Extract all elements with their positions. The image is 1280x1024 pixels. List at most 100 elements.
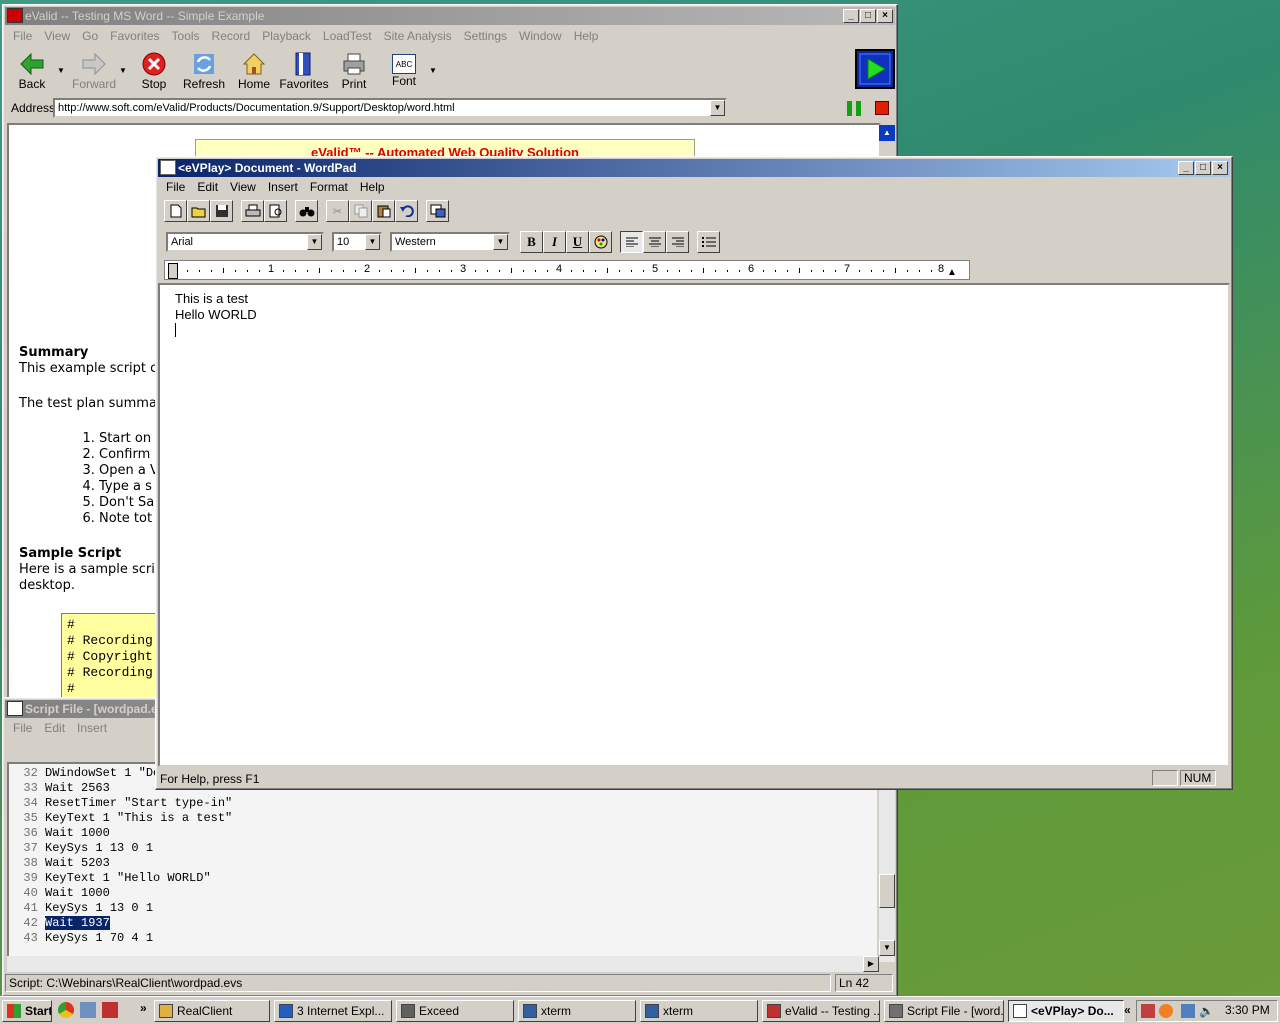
bullets-icon[interactable]	[697, 231, 720, 253]
open-icon[interactable]	[187, 200, 210, 222]
minimize-button[interactable]: _	[843, 9, 859, 23]
print-icon[interactable]	[241, 200, 264, 222]
evalid-menu-go[interactable]: Go	[76, 27, 104, 45]
tray-browser-icon[interactable]	[1159, 1004, 1173, 1018]
clock[interactable]: 3:30 PM	[1225, 1003, 1270, 1017]
wordpad-menu-format[interactable]: Format	[304, 178, 354, 196]
evalid-menu-tools[interactable]: Tools	[166, 27, 206, 45]
back-dropdown-icon[interactable]: ▼	[57, 49, 69, 95]
script-hscroll[interactable]: ▶	[7, 956, 879, 972]
script-line[interactable]: 35 KeyText 1 "This is a test"	[9, 811, 877, 826]
save-icon[interactable]	[210, 200, 233, 222]
script-editor[interactable]: 32 DWindowSet 1 "Do 33 Wait 2563 34 Rese…	[7, 762, 879, 966]
script-line[interactable]: 43 KeySys 1 70 4 1	[9, 931, 877, 946]
paste-icon[interactable]	[372, 200, 395, 222]
evalid-menu-settings[interactable]: Settings	[458, 27, 513, 45]
taskbar-button[interactable]: Exceed	[396, 1000, 514, 1022]
favorites-button[interactable]: Favorites	[279, 49, 329, 95]
align-right-icon[interactable]	[666, 231, 689, 253]
print-button[interactable]: Print	[329, 49, 379, 95]
script-menu-insert[interactable]: Insert	[71, 719, 113, 737]
evalid-titlebar[interactable]: eValid -- Testing MS Word -- Simple Exam…	[5, 7, 895, 25]
maximize-button[interactable]: □	[1195, 161, 1211, 175]
network-icon[interactable]	[80, 1002, 96, 1018]
wordpad-menu-help[interactable]: Help	[354, 178, 391, 196]
taskbar-button[interactable]: RealClient	[154, 1000, 270, 1022]
wordpad-titlebar[interactable]: <eVPlay> Document - WordPad _ □ ×	[158, 159, 1230, 177]
minimize-button[interactable]: _	[1178, 161, 1194, 175]
script-menu-file[interactable]: File	[7, 719, 38, 737]
evalid-menu-record[interactable]: Record	[206, 27, 257, 45]
script-menu-edit[interactable]: Edit	[38, 719, 71, 737]
evalid-menu-playback[interactable]: Playback	[256, 27, 317, 45]
color-palette-icon[interactable]	[589, 231, 612, 253]
script-line[interactable]: 34 ResetTimer "Start type-in"	[9, 796, 877, 811]
script-line[interactable]: 40 Wait 1000	[9, 886, 877, 901]
record-stop-icon[interactable]	[875, 101, 889, 115]
home-button[interactable]: Home	[229, 49, 279, 95]
script-line[interactable]: 38 Wait 5203	[9, 856, 877, 871]
scroll-thumb[interactable]	[879, 874, 895, 908]
tray-chevron[interactable]: «	[1124, 1003, 1131, 1017]
taskbar-button[interactable]: xterm	[640, 1000, 758, 1022]
tray-network-icon[interactable]	[1181, 1004, 1195, 1018]
scroll-right-icon[interactable]: ▶	[863, 956, 879, 972]
close-button[interactable]: ×	[1212, 161, 1228, 175]
align-left-icon[interactable]	[620, 231, 643, 253]
pause-icon[interactable]	[847, 101, 861, 116]
evalid-menu-window[interactable]: Window	[513, 27, 568, 45]
evalid-menu-loadtest[interactable]: LoadTest	[317, 27, 378, 45]
evalid-menu-view[interactable]: View	[38, 27, 76, 45]
address-dropdown-icon[interactable]: ▼	[710, 100, 725, 116]
script-line[interactable]: 39 KeyText 1 "Hello WORLD"	[9, 871, 877, 886]
font-dropdown-icon[interactable]: ▼	[429, 49, 439, 95]
taskbar-button[interactable]: Script File - [word...	[884, 1000, 1004, 1022]
forward-button[interactable]: Forward	[69, 49, 119, 95]
evalid-menu-help[interactable]: Help	[568, 27, 605, 45]
back-button[interactable]: Back	[7, 49, 57, 95]
taskbar-button[interactable]: xterm	[518, 1000, 636, 1022]
scroll-up-icon[interactable]: ▲	[879, 125, 895, 141]
tray-volume-icon[interactable]: 🔈	[1199, 1004, 1214, 1018]
refresh-button[interactable]: Refresh	[179, 49, 229, 95]
align-center-icon[interactable]	[643, 231, 666, 253]
cut-icon[interactable]: ✂	[326, 200, 349, 222]
tray-app-icon[interactable]	[1141, 1004, 1155, 1018]
wordpad-menu-file[interactable]: File	[160, 178, 191, 196]
left-indent-marker[interactable]	[168, 263, 178, 279]
script-vscroll[interactable]: ▼	[879, 788, 895, 962]
right-indent-marker[interactable]: ▲	[947, 267, 957, 278]
quicklaunch-chevron[interactable]: »	[140, 1001, 147, 1015]
script-dropdown-icon[interactable]: ▼	[493, 234, 508, 250]
find-binoculars-icon[interactable]	[295, 200, 318, 222]
taskbar-button[interactable]: <eVPlay> Do...	[1008, 1000, 1124, 1022]
font-size-select[interactable]: 10 ▼	[332, 232, 382, 252]
wordpad-menu-edit[interactable]: Edit	[191, 178, 224, 196]
stop-button[interactable]: Stop	[129, 49, 179, 95]
insert-datetime-icon[interactable]	[426, 200, 449, 222]
copy-icon[interactable]	[349, 200, 372, 222]
forward-dropdown-icon[interactable]: ▼	[119, 49, 129, 95]
script-line[interactable]: 37 KeySys 1 13 0 1	[9, 841, 877, 856]
taskbar-button[interactable]: 3 Internet Expl...	[274, 1000, 392, 1022]
start-button[interactable]: Start	[2, 1000, 52, 1022]
bold-button[interactable]: B	[520, 231, 543, 253]
script-line[interactable]: 42 Wait 1937	[9, 916, 877, 931]
close-button[interactable]: ×	[877, 9, 893, 23]
undo-icon[interactable]	[395, 200, 418, 222]
scroll-down-icon[interactable]: ▼	[879, 940, 895, 956]
print-preview-icon[interactable]	[264, 200, 287, 222]
script-line[interactable]: 36 Wait 1000	[9, 826, 877, 841]
wordpad-menu-view[interactable]: View	[224, 178, 262, 196]
evalid-play-button[interactable]	[855, 49, 895, 89]
script-select[interactable]: Western ▼	[390, 232, 510, 252]
font-dropdown-icon[interactable]: ▼	[307, 234, 322, 250]
address-input[interactable]: http://www.soft.com/eValid/Products/Docu…	[53, 98, 727, 118]
maximize-button[interactable]: □	[860, 9, 876, 23]
evalid-menu-file[interactable]: File	[7, 27, 38, 45]
font-button[interactable]: ABC Font	[379, 49, 429, 95]
taskbar-button[interactable]: eValid -- Testing ...	[762, 1000, 880, 1022]
evalid-menu-favorites[interactable]: Favorites	[104, 27, 165, 45]
new-icon[interactable]	[164, 200, 187, 222]
font-name-select[interactable]: Arial ▼	[166, 232, 324, 252]
